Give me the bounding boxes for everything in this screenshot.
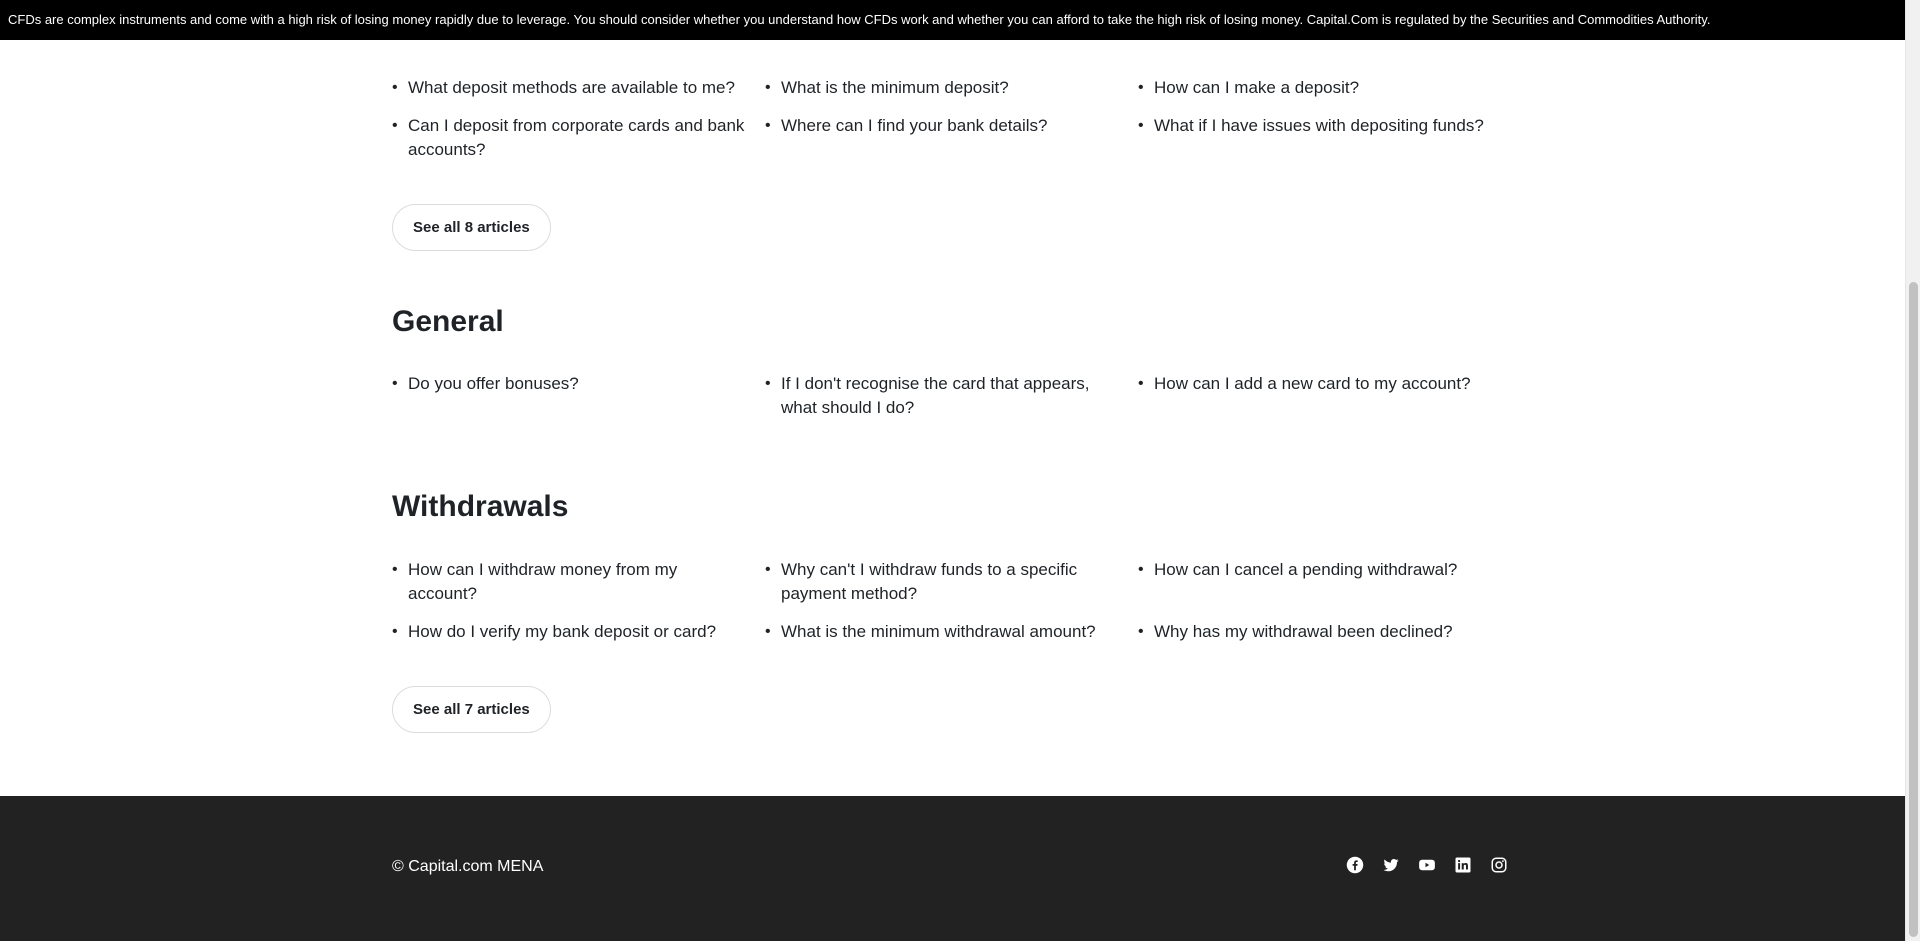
- list-item: • What deposit methods are available to m…: [392, 76, 765, 100]
- list-item: • How can I withdraw money from my accoun…: [392, 558, 765, 606]
- list-item: • How can I cancel a pending withdrawal?: [1138, 558, 1512, 606]
- article-link[interactable]: What if I have issues with depositing fu…: [1154, 114, 1484, 138]
- bullet: •: [765, 375, 771, 392]
- article-link[interactable]: Why can't I withdraw funds to a specific…: [781, 558, 1118, 606]
- section-title-withdrawals: Withdrawals: [392, 490, 569, 523]
- list-item: • If I don't recognise the card that appe…: [765, 372, 1138, 420]
- bullet: •: [1138, 561, 1144, 578]
- list-item: • How do I verify my bank deposit or card…: [392, 620, 765, 644]
- instagram-icon[interactable]: [1488, 854, 1510, 876]
- list-item: • Why can't I withdraw funds to a specifi…: [765, 558, 1138, 606]
- scrollbar[interactable]: [1905, 0, 1920, 941]
- bullet: •: [392, 561, 398, 578]
- list-item: • Do you offer bonuses?: [392, 372, 765, 420]
- article-link[interactable]: How do I verify my bank deposit or card?: [408, 620, 716, 644]
- scrollbar-thumb[interactable]: [1909, 282, 1918, 937]
- bullet: •: [765, 117, 771, 134]
- bullet: •: [1138, 623, 1144, 640]
- list-item: • Why has my withdrawal been declined?: [1138, 620, 1512, 644]
- youtube-icon[interactable]: [1416, 854, 1438, 876]
- section-title-general: General: [392, 305, 504, 338]
- article-link[interactable]: What is the minimum deposit?: [781, 76, 1009, 100]
- bullet: •: [765, 561, 771, 578]
- article-link[interactable]: What deposit methods are available to me…: [408, 76, 735, 100]
- list-item: • How can I make a deposit?: [1138, 76, 1512, 100]
- bullet: •: [392, 623, 398, 640]
- copyright-text: © Capital.com MENA: [392, 858, 544, 875]
- footer: © Capital.com MENA: [0, 796, 1905, 941]
- article-link[interactable]: How can I make a deposit?: [1154, 76, 1359, 100]
- article-link[interactable]: How can I add a new card to my account?: [1154, 372, 1471, 396]
- see-all-withdrawals-button[interactable]: See all 7 articles: [392, 686, 551, 733]
- list-item: • What if I have issues with depositing f…: [1138, 114, 1512, 162]
- article-link[interactable]: Do you offer bonuses?: [408, 372, 579, 396]
- social-links: [1344, 854, 1510, 876]
- list-item: • What is the minimum withdrawal amount?: [765, 620, 1138, 644]
- linkedin-icon[interactable]: [1452, 854, 1474, 876]
- list-item: • What is the minimum deposit?: [765, 76, 1138, 100]
- article-link[interactable]: Where can I find your bank details?: [781, 114, 1047, 138]
- bullet: •: [765, 79, 771, 96]
- bullet: •: [392, 79, 398, 96]
- bullet: •: [392, 117, 398, 134]
- bullet: •: [1138, 79, 1144, 96]
- list-item: • How can I add a new card to my account?: [1138, 372, 1512, 420]
- article-link[interactable]: How can I withdraw money from my account…: [408, 558, 745, 606]
- bullet: •: [1138, 117, 1144, 134]
- twitter-icon[interactable]: [1380, 854, 1402, 876]
- bullet: •: [392, 375, 398, 392]
- deposits-article-list: • What deposit methods are available to m…: [392, 76, 1512, 162]
- see-all-deposits-button[interactable]: See all 8 articles: [392, 204, 551, 251]
- list-item: • Can I deposit from corporate cards and …: [392, 114, 765, 162]
- bullet: •: [1138, 375, 1144, 392]
- article-link[interactable]: Why has my withdrawal been declined?: [1154, 620, 1453, 644]
- list-item: • Where can I find your bank details?: [765, 114, 1138, 162]
- facebook-icon[interactable]: [1344, 854, 1366, 876]
- article-link[interactable]: How can I cancel a pending withdrawal?: [1154, 558, 1457, 582]
- article-link[interactable]: Can I deposit from corporate cards and b…: [408, 114, 745, 162]
- withdrawals-article-list: • How can I withdraw money from my accoun…: [392, 558, 1512, 644]
- article-link[interactable]: If I don't recognise the card that appea…: [781, 372, 1118, 420]
- bullet: •: [765, 623, 771, 640]
- risk-warning-banner: CFDs are complex instruments and come wi…: [0, 0, 1905, 40]
- article-link[interactable]: What is the minimum withdrawal amount?: [781, 620, 1096, 644]
- general-article-list: • Do you offer bonuses? • If I don't recog…: [392, 372, 1512, 420]
- risk-warning-text: CFDs are complex instruments and come wi…: [8, 12, 1711, 27]
